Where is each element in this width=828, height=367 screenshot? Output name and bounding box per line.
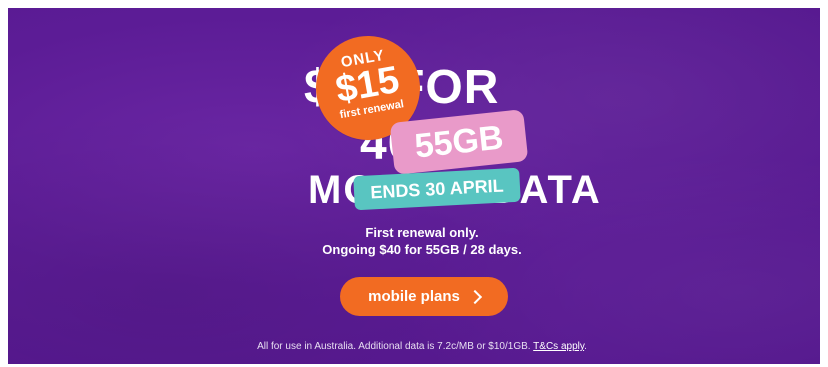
- promo-banner: $40FOR 40GB MOBILE DATA ONLY $15 first r…: [8, 8, 820, 364]
- tcs-link[interactable]: T&Cs apply: [533, 341, 584, 352]
- cta-label: mobile plans: [368, 288, 460, 305]
- chevron-right-icon: [467, 289, 482, 304]
- mobile-plans-button[interactable]: mobile plans: [340, 277, 508, 316]
- fine-print-text: All for use in Australia. Additional dat…: [257, 341, 531, 352]
- offer-info: First renewal only. Ongoing $40 for 55GB…: [8, 224, 820, 258]
- fine-print-period: .: [584, 341, 587, 352]
- fine-print: All for use in Australia. Additional dat…: [8, 341, 820, 352]
- info-line2: Ongoing $40 for 55GB / 28 days.: [322, 242, 522, 257]
- info-line1: First renewal only.: [365, 225, 479, 240]
